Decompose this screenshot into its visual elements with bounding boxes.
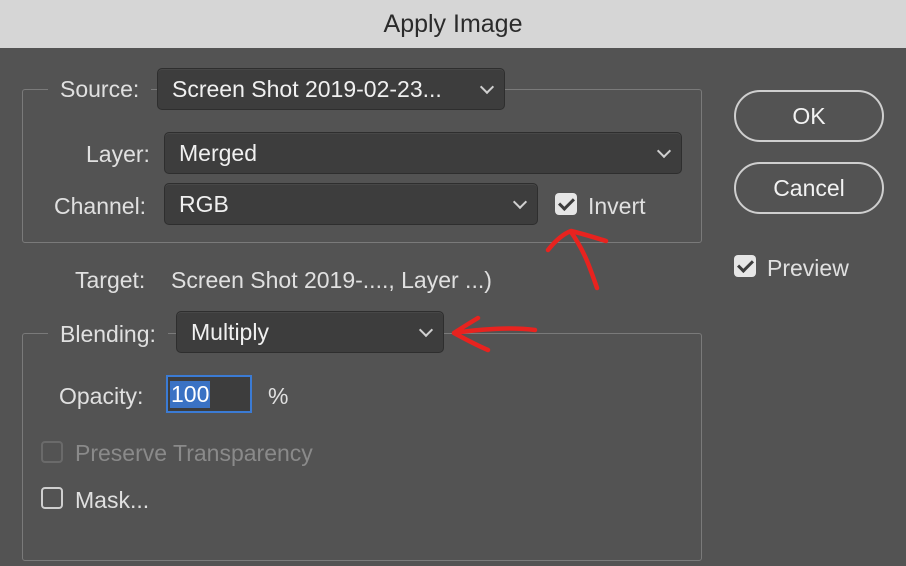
window-title: Apply Image <box>383 9 523 38</box>
layer-value: Merged <box>179 139 257 166</box>
source-select[interactable]: Screen Shot 2019-02-23... <box>157 68 505 110</box>
preserve-transparency-checkbox[interactable] <box>41 441 63 463</box>
opacity-unit: % <box>268 383 289 409</box>
opacity-value: 100 <box>170 380 211 408</box>
chevron-down-icon <box>656 143 672 159</box>
mask-checkbox[interactable] <box>41 487 63 509</box>
chevron-down-icon <box>479 79 495 95</box>
invert-checkbox[interactable] <box>555 193 577 215</box>
source-value: Screen Shot 2019-02-23... <box>172 75 442 102</box>
title-bar: Apply Image <box>0 0 906 49</box>
chevron-down-icon <box>512 194 528 210</box>
blending-value: Multiply <box>191 318 269 345</box>
preview-label: Preview <box>767 255 849 281</box>
apply-image-dialog: Source: Screen Shot 2019-02-23... Layer:… <box>0 48 906 566</box>
invert-label: Invert <box>588 193 646 219</box>
layer-select[interactable]: Merged <box>164 132 682 174</box>
blending-select[interactable]: Multiply <box>176 311 444 353</box>
chevron-down-icon <box>418 322 434 338</box>
ok-button[interactable]: OK <box>734 90 884 142</box>
target-label: Target: <box>75 267 146 293</box>
opacity-input[interactable]: 100 <box>166 375 252 413</box>
opacity-label: Opacity: <box>59 383 144 409</box>
preview-checkbox[interactable] <box>734 255 756 277</box>
channel-select[interactable]: RGB <box>164 183 538 225</box>
cancel-button[interactable]: Cancel <box>734 162 884 214</box>
target-value: Screen Shot 2019-...., Layer ...) <box>171 267 492 293</box>
preserve-transparency-label: Preserve Transparency <box>75 440 313 466</box>
layer-label: Layer: <box>86 141 150 167</box>
channel-label: Channel: <box>54 193 147 219</box>
channel-value: RGB <box>179 190 229 217</box>
mask-label: Mask... <box>75 487 150 513</box>
blending-label: Blending: <box>48 321 168 348</box>
source-label: Source: <box>48 76 152 103</box>
